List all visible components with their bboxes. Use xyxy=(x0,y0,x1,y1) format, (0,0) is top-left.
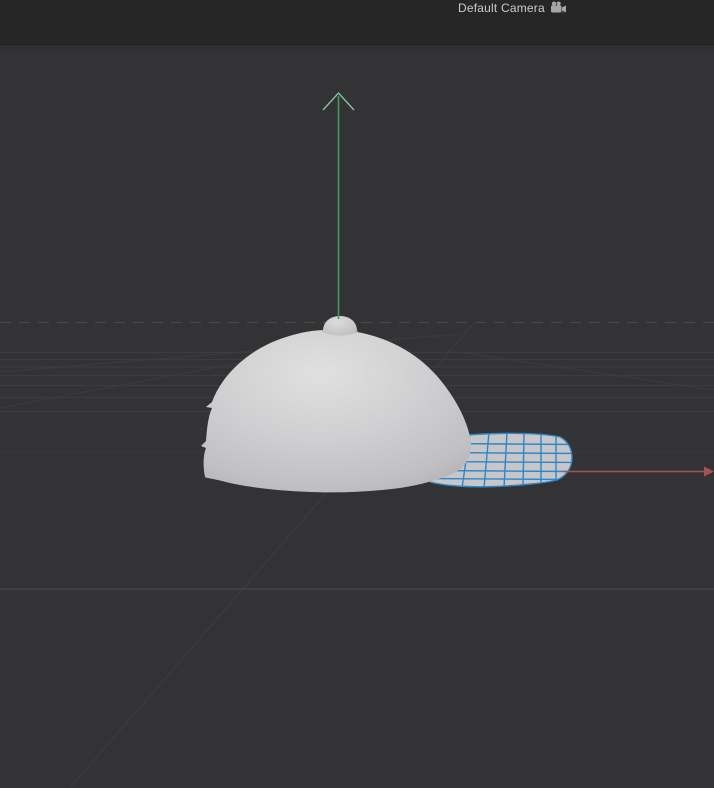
x-axis-handle[interactable] xyxy=(563,466,714,477)
y-axis-handle[interactable] xyxy=(322,91,355,319)
viewport-window: Default Camera xyxy=(0,0,714,788)
camera-label[interactable]: Default Camera xyxy=(458,1,545,15)
dome-top-knob xyxy=(323,316,357,336)
3d-viewport-canvas[interactable] xyxy=(0,0,714,788)
camera-icon[interactable] xyxy=(550,1,567,14)
viewport-topbar xyxy=(0,0,714,45)
camera-menu[interactable]: Default Camera xyxy=(458,0,567,15)
dome-object[interactable] xyxy=(201,316,472,493)
